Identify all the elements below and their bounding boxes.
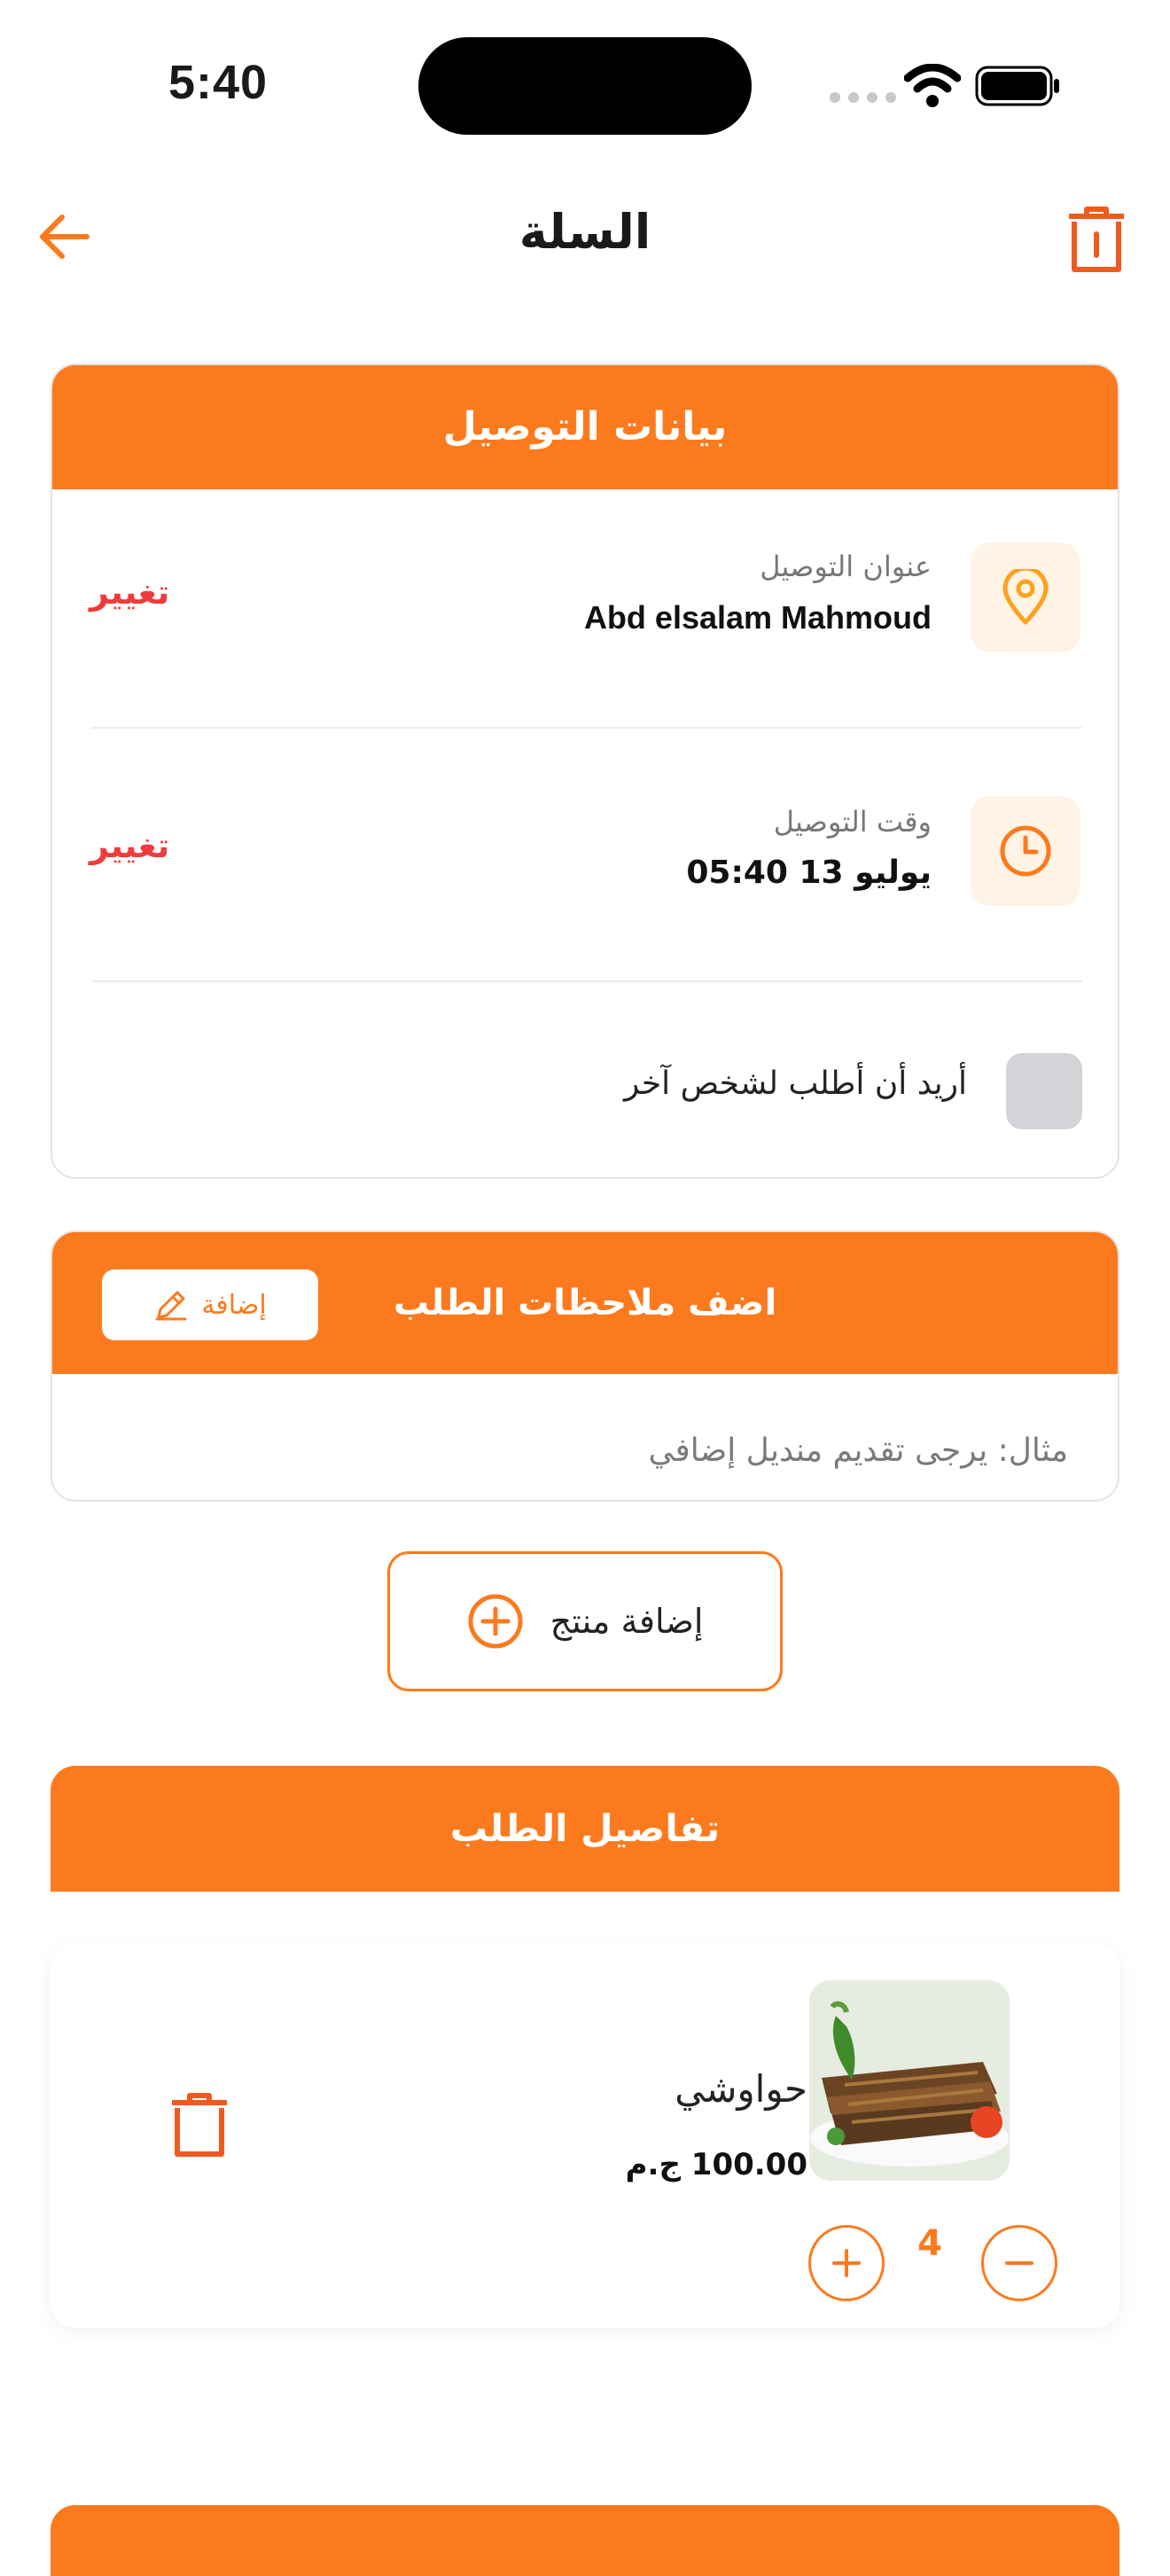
location-tile: [971, 543, 1080, 652]
next-section-header: [51, 2505, 1119, 2576]
status-time: 5:40: [168, 56, 269, 109]
plus-circle-icon: [468, 1594, 523, 1649]
clear-cart-trash-icon[interactable]: [1064, 204, 1129, 275]
delivery-card-title: بيانات التوصيل: [52, 365, 1118, 489]
delivery-info-card: بيانات التوصيل عنوان التوصيل Abd elsalam…: [51, 363, 1119, 1179]
quantity-value: 4: [917, 2223, 942, 2264]
notes-input[interactable]: [88, 1418, 1070, 1482]
cellular-signal-icon: [830, 92, 896, 103]
plus-icon: [832, 2249, 861, 2277]
cart-item: حواوشي 100.00 ج.م 4: [51, 1943, 1119, 2328]
add-product-label: إضافة منتج: [550, 1602, 704, 1641]
decrease-quantity-button[interactable]: [981, 2225, 1057, 2301]
battery-icon: [975, 66, 1059, 106]
minus-icon: [1005, 2261, 1034, 2265]
address-value: Abd elsalam Mahmoud: [583, 599, 932, 636]
increase-quantity-button[interactable]: [808, 2225, 885, 2301]
product-name: حواوشي: [675, 2067, 807, 2111]
pencil-icon: [155, 1291, 187, 1321]
product-price: 100.00 ج.م: [625, 2147, 807, 2182]
divider: [91, 727, 1082, 729]
remove-item-trash-icon[interactable]: [168, 2092, 230, 2158]
divider: [91, 980, 1082, 982]
location-pin-icon: [1002, 569, 1049, 625]
clock-tile: [971, 796, 1080, 906]
order-notes-card: اضف ملاحظات الطلب إضافة: [51, 1230, 1119, 1502]
add-notes-label: إضافة: [201, 1289, 267, 1321]
dynamic-island: [418, 37, 752, 135]
order-for-other-checkbox[interactable]: [1006, 1053, 1082, 1129]
add-product-button[interactable]: إضافة منتج: [387, 1551, 783, 1691]
order-for-other-label: أريد أن أطلب لشخص آخر: [624, 1066, 967, 1102]
page-title: السلة: [519, 204, 651, 260]
change-time-link[interactable]: تغيير: [90, 826, 169, 865]
add-notes-button[interactable]: إضافة: [102, 1269, 318, 1340]
change-address-link[interactable]: تغيير: [90, 573, 169, 612]
clock-icon: [1000, 825, 1051, 877]
order-details-title: تفاصيل الطلب: [51, 1766, 1119, 1892]
address-label: عنوان التوصيل: [760, 550, 932, 583]
delivery-time-value: يوليو 13 05:40: [686, 855, 932, 891]
wifi-icon: [904, 64, 961, 107]
product-image: [809, 1980, 1010, 2181]
delivery-time-label: وقت التوصيل: [773, 805, 932, 839]
